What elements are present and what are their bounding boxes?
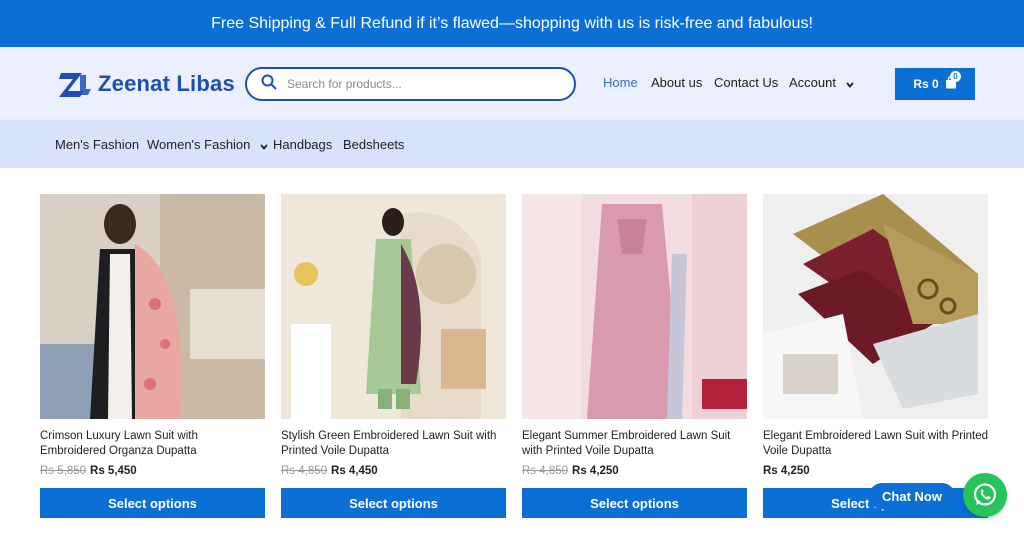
category-mens-fashion[interactable]: Men's Fashion	[55, 137, 139, 152]
product-title[interactable]: Elegant Embroidered Lawn Suit with Print…	[763, 429, 988, 459]
cart-total: Rs 0	[913, 77, 939, 91]
product-image[interactable]	[281, 194, 506, 419]
product-card: Elegant Summer Embroidered Lawn Suit wit…	[522, 194, 747, 518]
category-womens-label: Women's Fashion	[147, 137, 251, 152]
select-options-button[interactable]: Select options	[281, 488, 506, 518]
chevron-down-icon	[845, 76, 854, 91]
announcement-bar: Free Shipping & Full Refund if it’s flaw…	[0, 0, 1024, 47]
category-bedsheets[interactable]: Bedsheets	[343, 137, 404, 152]
nav-about[interactable]: About us	[651, 75, 702, 90]
product-old-price: Rs 4,850	[522, 465, 569, 477]
product-sale-price: Rs 4,250	[572, 465, 619, 477]
nav-account-label: Account	[789, 75, 836, 90]
product-card: Elegant Embroidered Lawn Suit with Print…	[763, 194, 988, 518]
product-image[interactable]	[763, 194, 988, 419]
chat-now-button[interactable]: Chat Now	[869, 483, 955, 509]
cart-count-badge: 0	[950, 71, 961, 82]
product-image[interactable]	[40, 194, 265, 419]
search-box	[245, 67, 576, 101]
product-old-price: Rs 5,850	[40, 465, 87, 477]
search-input[interactable]	[287, 77, 557, 91]
site-header: Zeenat Libas Home About us Contact Us Ac…	[0, 47, 1024, 120]
product-title[interactable]: Elegant Summer Embroidered Lawn Suit wit…	[522, 429, 747, 459]
product-old-price: Rs 4,850	[281, 465, 328, 477]
category-nav: Men's Fashion Women's Fashion Handbags B…	[0, 120, 1024, 168]
product-sale-price: Rs 4,250	[763, 465, 810, 477]
nav-account[interactable]: Account	[789, 75, 854, 91]
product-title[interactable]: Crimson Luxury Lawn Suit with Embroidere…	[40, 429, 265, 459]
cart-button[interactable]: Rs 0 0	[895, 68, 975, 100]
select-options-button[interactable]: Select options	[40, 488, 265, 518]
select-options-button[interactable]: Select options	[522, 488, 747, 518]
brand-logo[interactable]: Zeenat Libas	[58, 69, 235, 99]
product-card: Crimson Luxury Lawn Suit with Embroidere…	[40, 194, 265, 518]
announcement-text: Free Shipping & Full Refund if it’s flaw…	[211, 14, 813, 32]
product-grid: Crimson Luxury Lawn Suit with Embroidere…	[0, 168, 1024, 534]
whatsapp-icon[interactable]	[963, 473, 1007, 517]
product-image[interactable]	[522, 194, 747, 419]
category-handbags[interactable]: Handbags	[273, 137, 332, 152]
chevron-down-icon	[260, 138, 268, 153]
product-price: Rs 5,850 Rs 5,450	[40, 465, 265, 481]
brand-name: Zeenat Libas	[98, 71, 235, 96]
nav-home[interactable]: Home	[603, 75, 638, 90]
product-sale-price: Rs 5,450	[90, 465, 137, 477]
search-icon[interactable]	[261, 74, 277, 95]
product-sale-price: Rs 4,450	[331, 465, 378, 477]
nav-contact[interactable]: Contact Us	[714, 75, 778, 90]
product-price: Rs 4,850 Rs 4,450	[281, 465, 506, 481]
product-card: Stylish Green Embroidered Lawn Suit with…	[281, 194, 506, 518]
product-price: Rs 4,250	[763, 465, 988, 481]
product-price: Rs 4,850 Rs 4,250	[522, 465, 747, 481]
zl-logo-icon	[58, 69, 92, 99]
product-title[interactable]: Stylish Green Embroidered Lawn Suit with…	[281, 429, 506, 459]
category-womens-fashion[interactable]: Women's Fashion	[147, 137, 268, 153]
